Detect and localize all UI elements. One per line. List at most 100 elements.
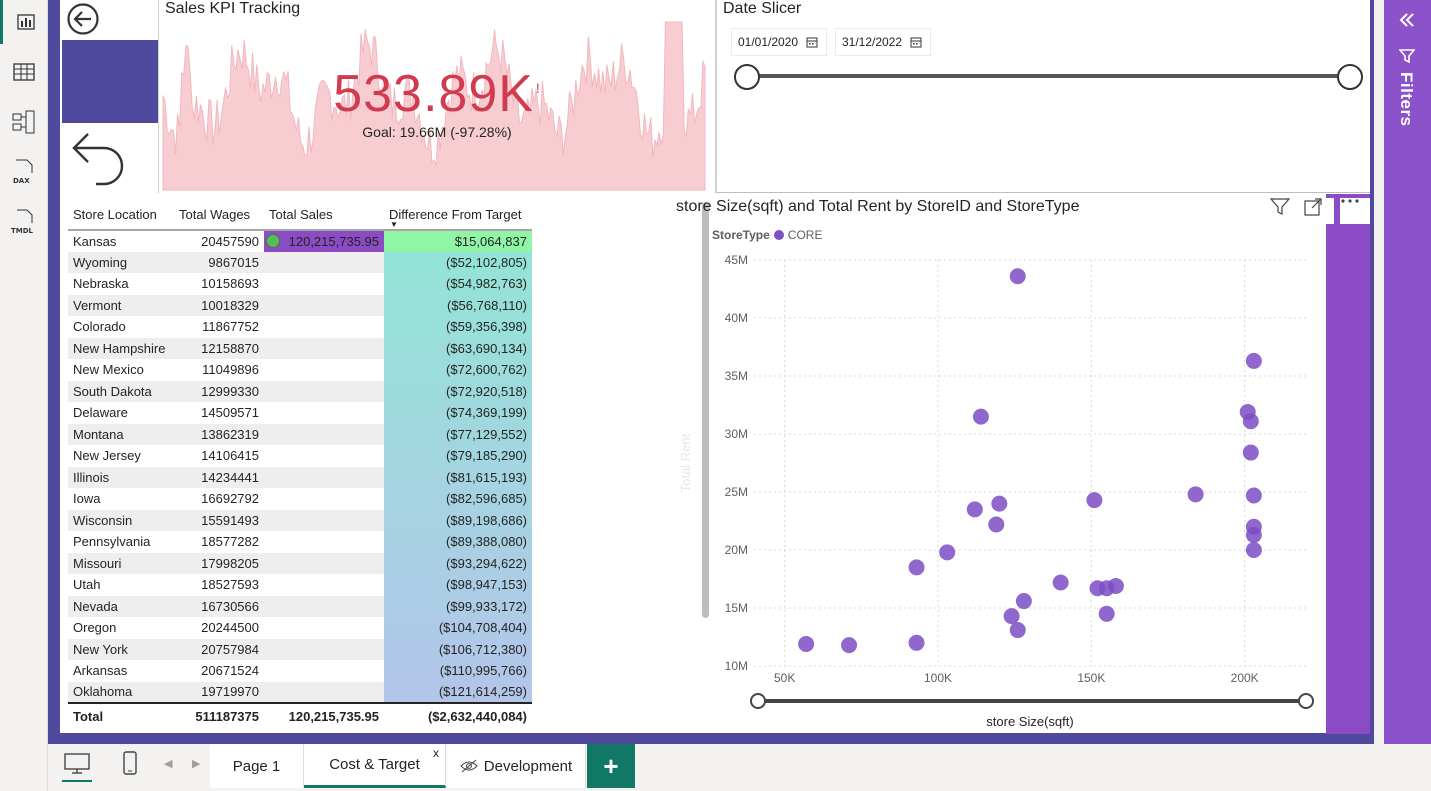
tab-development[interactable]: Development bbox=[447, 744, 586, 788]
scatter-point[interactable] bbox=[1245, 526, 1262, 543]
cell-total-wages: 14106415 bbox=[201, 448, 259, 464]
scatter-point[interactable] bbox=[908, 634, 925, 651]
kpi-title: Sales KPI Tracking bbox=[165, 0, 301, 17]
add-page-button[interactable]: + bbox=[587, 744, 635, 788]
end-date-input[interactable]: 31/12/2022 bbox=[835, 28, 931, 56]
scatter-point[interactable] bbox=[939, 544, 956, 561]
dax-query-icon[interactable]: DAX bbox=[0, 150, 48, 194]
cell-total-wages: 19719970 bbox=[174, 681, 264, 703]
more-options-icon[interactable] bbox=[1340, 198, 1370, 224]
tab-close-icon[interactable]: x bbox=[433, 746, 439, 760]
table-row[interactable]: South Dakota 12999330 ($72,920,518) bbox=[68, 380, 532, 402]
slicer-end-handle[interactable] bbox=[1337, 64, 1363, 90]
cell-total-wages: 18577282 bbox=[201, 534, 259, 550]
table-view-icon[interactable] bbox=[0, 50, 48, 94]
scatter-point[interactable] bbox=[1242, 413, 1259, 430]
cell-total-sales bbox=[264, 574, 384, 596]
y-zoom-slider[interactable] bbox=[702, 202, 709, 618]
report-view-icon[interactable] bbox=[0, 0, 48, 44]
tmdl-view-icon[interactable]: TMDL bbox=[0, 200, 48, 244]
scatter-point[interactable] bbox=[991, 495, 1008, 512]
tab-page-1[interactable]: Page 1 bbox=[210, 744, 304, 788]
cell-total-wages: 14234441 bbox=[174, 466, 264, 488]
scatter-point[interactable] bbox=[1245, 487, 1262, 504]
x-zoom-start-handle[interactable] bbox=[750, 693, 766, 709]
table-row[interactable]: Delaware 14509571 ($74,369,199) bbox=[68, 402, 532, 424]
table-row[interactable]: Oklahoma 19719970 ($121,614,259) bbox=[68, 681, 532, 703]
undo-arrow-icon[interactable] bbox=[70, 128, 126, 188]
scatter-point[interactable] bbox=[1015, 593, 1032, 610]
cell-total-wages: 20671524 bbox=[201, 663, 259, 679]
scatter-point[interactable] bbox=[966, 501, 983, 518]
scatter-point[interactable] bbox=[908, 559, 925, 576]
col-header-total-wages[interactable]: Total Wages bbox=[174, 200, 264, 231]
calendar-icon[interactable] bbox=[910, 36, 922, 48]
start-date-input[interactable]: 01/01/2020 bbox=[731, 28, 827, 56]
table-row[interactable]: Pennsylvania 18577282 ($89,388,080) bbox=[68, 531, 532, 553]
cell-store-location: South Dakota bbox=[68, 380, 174, 402]
table-row[interactable]: New York 20757984 ($106,712,380) bbox=[68, 638, 532, 660]
table-row[interactable]: Colorado 11867752 ($59,356,398) bbox=[68, 316, 532, 338]
scatter-point[interactable] bbox=[1052, 574, 1069, 591]
table-row[interactable]: New Jersey 14106415 ($79,185,290) bbox=[68, 445, 532, 467]
scatter-point[interactable] bbox=[841, 637, 858, 654]
calendar-icon[interactable] bbox=[806, 36, 818, 48]
filter-icon[interactable] bbox=[1270, 198, 1300, 224]
table-row[interactable]: Oregon 20244500 ($104,708,404) bbox=[68, 617, 532, 639]
cell-total-wages: 11049896 bbox=[202, 362, 259, 378]
scatter-point[interactable] bbox=[1242, 444, 1259, 461]
scatter-point[interactable] bbox=[1098, 605, 1115, 622]
filters-pane[interactable]: Filters bbox=[1384, 0, 1431, 744]
scatter-point[interactable] bbox=[972, 408, 989, 425]
scatter-point[interactable] bbox=[1107, 577, 1124, 594]
scatter-point[interactable] bbox=[798, 635, 815, 652]
x-zoom-end-handle[interactable] bbox=[1298, 693, 1314, 709]
table-row[interactable]: Utah 18527593 ($98,947,153) bbox=[68, 574, 532, 596]
slicer-track[interactable] bbox=[747, 74, 1351, 78]
col-header-store-location[interactable]: Store Location bbox=[68, 200, 174, 231]
table-row[interactable]: New Hampshire 12158870 ($63,690,134) bbox=[68, 337, 532, 359]
scatter-point[interactable] bbox=[1086, 492, 1103, 509]
prev-page-icon[interactable]: ◀ bbox=[164, 757, 172, 770]
model-view-icon[interactable] bbox=[0, 100, 48, 144]
scatter-point[interactable] bbox=[1245, 542, 1262, 558]
table-row[interactable]: Nevada 16730566 ($99,933,172) bbox=[68, 595, 532, 617]
scatter-point[interactable] bbox=[1009, 622, 1026, 639]
table-row[interactable]: Wisconsin 15591493 ($89,198,686) bbox=[68, 509, 532, 531]
scatter-point[interactable] bbox=[1245, 352, 1262, 369]
cell-total-sales bbox=[264, 552, 384, 574]
legend-item-core[interactable]: CORE bbox=[788, 228, 823, 242]
scatter-point[interactable] bbox=[1187, 486, 1204, 503]
table-row[interactable]: Kansas 20457590 120,215,735.95 $15,064,837 bbox=[68, 229, 532, 252]
store-table-visual[interactable]: Store Location Total Wages Total Sales D… bbox=[62, 196, 708, 732]
focus-mode-icon[interactable] bbox=[1304, 198, 1334, 224]
cell-difference: ($99,933,172) bbox=[384, 595, 532, 617]
desktop-layout-icon[interactable] bbox=[62, 750, 92, 782]
scatter-point[interactable] bbox=[1003, 608, 1020, 625]
tab-label-development: Development bbox=[483, 757, 573, 775]
expand-chevron-icon[interactable] bbox=[1398, 12, 1416, 33]
mobile-layout-icon[interactable] bbox=[120, 750, 140, 783]
table-row[interactable]: Missouri 17998205 ($93,294,622) bbox=[68, 552, 532, 574]
filters-label[interactable]: Filters bbox=[1396, 72, 1416, 127]
table-row[interactable]: Illinois 14234441 ($81,615,193) bbox=[68, 466, 532, 488]
next-page-icon[interactable]: ▶ bbox=[192, 757, 200, 770]
sort-desc-icon[interactable]: ▼ bbox=[390, 220, 398, 229]
table-row[interactable]: Nebraska 10158693 ($54,982,763) bbox=[68, 273, 532, 295]
table-row[interactable]: Arkansas 20671524 ($110,995,766) bbox=[68, 660, 532, 682]
table-row[interactable]: Vermont 10018329 ($56,768,110) bbox=[68, 294, 532, 316]
table-row[interactable]: Montana 13862319 ($77,129,552) bbox=[68, 423, 532, 445]
tab-cost-target[interactable]: Cost & Target x bbox=[304, 744, 446, 788]
col-header-total-sales[interactable]: Total Sales bbox=[264, 200, 384, 231]
scatter-visual[interactable]: 10M 15M 20M 25M 30M 35M 40M 45M 50K 100K 150K 200K s… bbox=[672, 196, 1370, 733]
table-row[interactable]: Wyoming 9867015 ($52,102,805) bbox=[68, 251, 532, 273]
kpi-visual[interactable]: Sales KPI Tracking 533.89K! Goal: 19.66M… bbox=[158, 0, 716, 193]
slicer-start-handle[interactable] bbox=[734, 64, 760, 90]
scatter-point[interactable] bbox=[988, 516, 1005, 533]
back-circle-icon[interactable] bbox=[66, 2, 100, 36]
col-header-difference[interactable]: Difference From Target bbox=[384, 200, 532, 231]
table-row[interactable]: Iowa 16692792 ($82,596,685) bbox=[68, 488, 532, 510]
table-row[interactable]: New Mexico 11049896 ($72,600,762) bbox=[68, 359, 532, 381]
cell-total-sales bbox=[264, 402, 384, 424]
scatter-point[interactable] bbox=[1009, 268, 1026, 285]
